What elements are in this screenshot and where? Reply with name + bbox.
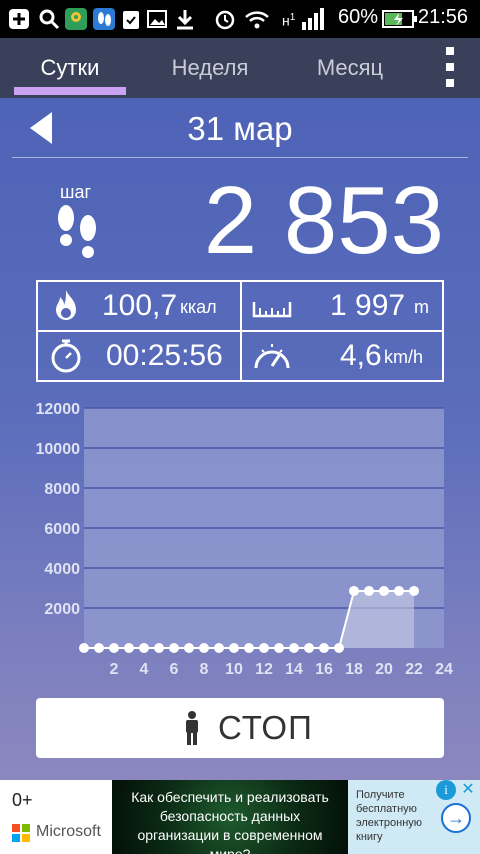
x-tick-label: 6 — [170, 661, 179, 678]
x-tick-label: 22 — [405, 661, 423, 678]
maps-icon — [64, 8, 88, 30]
chart-point — [229, 643, 239, 653]
chart-point — [139, 643, 149, 653]
speed-value: 4,6 — [340, 339, 382, 372]
wifi-icon — [244, 8, 270, 30]
ad-banner[interactable]: 0+ Microsoft Как обеспечить и реализоват… — [0, 780, 480, 854]
speed-unit: km/h — [384, 347, 424, 367]
battery-charging-icon — [382, 8, 418, 30]
steps-label: шаг — [60, 182, 92, 202]
chart-point — [364, 585, 374, 596]
chart-point — [184, 643, 194, 653]
y-tick-label: 8000 — [44, 481, 80, 498]
x-tick-label: 8 — [200, 661, 209, 678]
pedometer-icon — [92, 8, 116, 30]
alarm-icon — [214, 8, 236, 30]
chart-point — [244, 643, 254, 653]
ad-headline: Как обеспечить и реализовать безопасност… — [131, 789, 329, 854]
ad-left-panel: 0+ Microsoft — [0, 780, 112, 854]
stop-button[interactable]: СТОП — [36, 698, 444, 758]
duration-value: 00:25:56 — [106, 339, 223, 372]
x-tick-label: 12 — [255, 661, 273, 678]
date-navigator: 31 мар — [12, 98, 468, 158]
chart-point — [94, 643, 104, 653]
chart-point — [304, 643, 314, 653]
flame-icon — [48, 288, 84, 324]
calories-stat: 100,7 ккал — [38, 282, 240, 330]
speed-stat: 4,6 km/h — [242, 332, 444, 380]
search-icon — [38, 8, 60, 30]
chart-point — [259, 643, 269, 653]
ad-go-arrow-icon[interactable]: → — [441, 803, 471, 833]
chart-point — [289, 643, 299, 653]
ad-brand: Microsoft — [36, 823, 101, 840]
chart-point — [154, 643, 164, 653]
distance-value: 1 997 — [330, 289, 406, 322]
chart-point — [199, 643, 209, 653]
stop-button-label: СТОП — [218, 709, 313, 746]
x-tick-label: 4 — [140, 661, 149, 678]
x-tick-label: 24 — [435, 661, 453, 678]
ad-cta-text: Получите бесплатную электронную книгу — [356, 789, 423, 843]
chart-point — [169, 643, 179, 653]
status-bar: н1 60% 21:56 — [0, 0, 480, 38]
microsoft-logo-icon — [12, 824, 30, 842]
distance-unit: m — [414, 297, 429, 317]
x-tick-label: 10 — [225, 661, 243, 678]
y-tick-label: 4000 — [44, 561, 80, 578]
chart-point — [379, 585, 389, 596]
x-tick-label: 14 — [285, 661, 303, 678]
clock: 21:56 — [418, 6, 469, 28]
active-tab-indicator — [14, 87, 126, 95]
ad-count: 0+ — [12, 790, 33, 810]
x-tick-label: 20 — [375, 661, 393, 678]
x-tick-label: 18 — [345, 661, 363, 678]
x-tick-label: 2 — [110, 661, 119, 678]
duration-stat: 00:25:56 — [38, 332, 240, 380]
steps-count: 2 853 — [203, 167, 444, 274]
chart-point — [274, 643, 284, 653]
chart-point — [409, 585, 419, 596]
chart-point — [319, 643, 329, 653]
signal-icon — [300, 8, 324, 30]
steps-chart: 2000 4000 6000 8000 10000 12000 2 4 6 8 10 12 14 16 18… — [0, 398, 480, 688]
chart-point — [394, 585, 404, 596]
y-tick-label: 6000 — [44, 521, 80, 538]
ad-close-icon[interactable]: ✕ — [458, 780, 478, 800]
chart-point — [334, 643, 344, 653]
stopwatch-icon — [48, 338, 84, 374]
tab-month[interactable]: Месяц — [280, 38, 420, 98]
speedometer-icon — [252, 338, 290, 374]
image-icon — [146, 8, 168, 30]
person-icon — [182, 711, 202, 745]
x-tick-label: 16 — [315, 661, 333, 678]
chart-point — [124, 643, 134, 653]
chart-point — [109, 643, 119, 653]
chart-canvas: 200040006000800010000120002 4 6 8 10 12 14 16 18… — [36, 401, 454, 678]
battery-percent: 60% — [338, 6, 379, 28]
tab-week[interactable]: Неделя — [140, 38, 280, 98]
date-label: 31 мар — [187, 110, 293, 147]
download-icon — [174, 8, 196, 30]
y-tick-label: 10000 — [36, 441, 81, 458]
chart-point — [79, 643, 89, 653]
y-tick-label: 12000 — [36, 401, 81, 418]
ad-info-icon[interactable]: i — [436, 780, 456, 800]
y-tick-label: 2000 — [44, 601, 80, 618]
chart-point — [349, 585, 359, 596]
network-type: н1 — [282, 12, 296, 29]
ad-image: Как обеспечить и реализовать безопасност… — [112, 780, 348, 854]
distance-stat: 1 997 m — [242, 282, 444, 330]
ruler-icon — [252, 288, 292, 324]
calories-unit: ккал — [180, 297, 217, 317]
add-icon — [8, 8, 30, 30]
footprints-icon — [52, 202, 104, 264]
stats-grid: 100,7 ккал 1 997 m 00:25:56 4,6 km/h — [36, 280, 444, 382]
calories-value: 100,7 — [102, 289, 178, 322]
chart-point — [214, 643, 224, 653]
overflow-menu-icon[interactable] — [440, 47, 460, 87]
clipboard-icon — [120, 8, 142, 30]
main-panel: 31 мар шаг 2 853 100,7 ккал 1 997 m 00:2… — [0, 98, 480, 780]
